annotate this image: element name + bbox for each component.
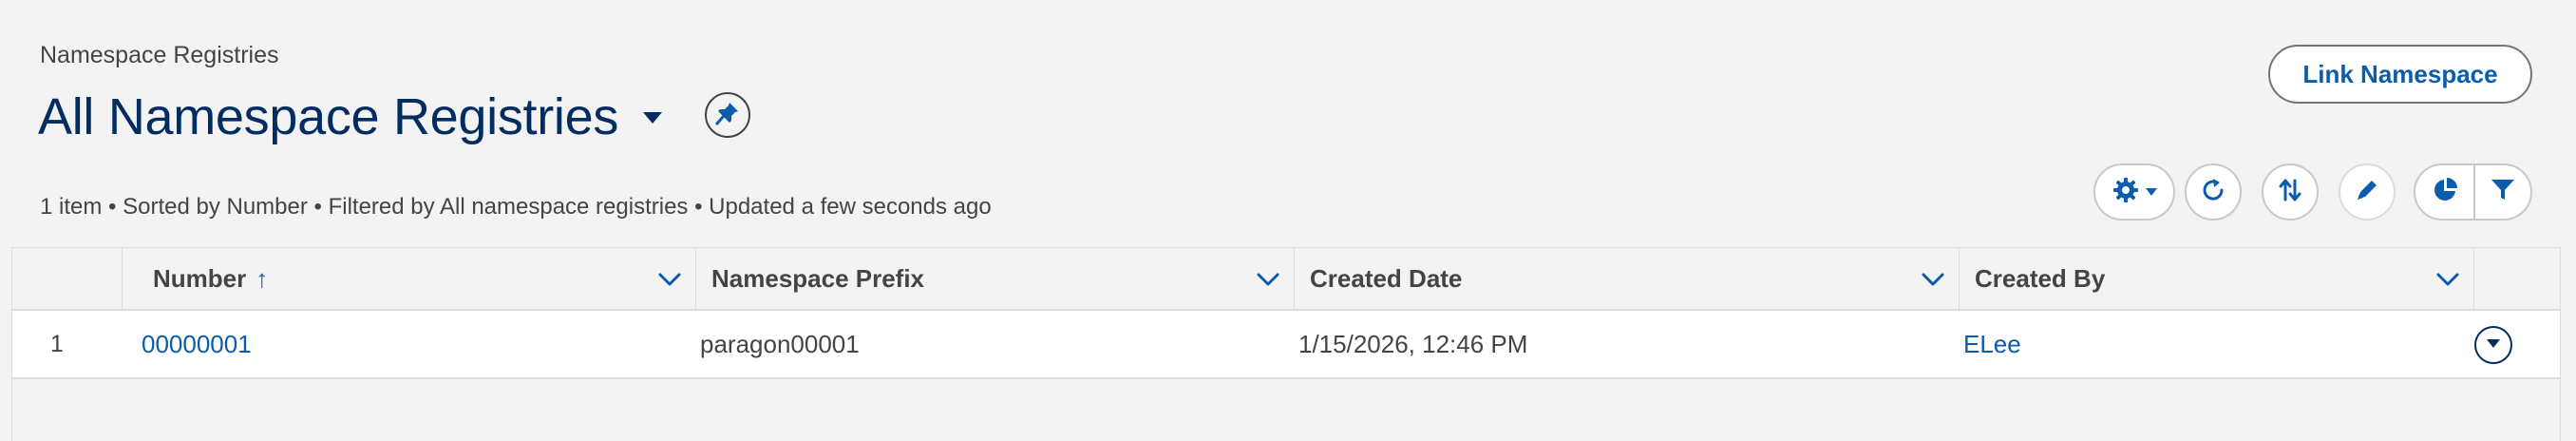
table-header: Number ↑ Namespace Prefix Created Date C… [12,248,2560,311]
list-view-picker-caret-icon[interactable] [638,106,667,129]
row-actions-button[interactable] [2474,326,2512,364]
inline-edit-button[interactable] [2339,163,2396,220]
row-actions-header [2474,248,2562,309]
object-label: Namespace Registries [40,42,279,68]
sort-ascending-icon: ↑ [256,263,269,293]
pencil-icon [2354,177,2380,208]
column-header-namespace-prefix[interactable]: Namespace Prefix [696,248,1295,309]
namespace-prefix-cell: paragon00001 [700,329,860,358]
pin-icon [715,101,740,130]
sort-icon [2276,176,2304,209]
pin-list-view-button[interactable] [705,92,750,138]
row-number-header [12,248,123,309]
list-view-header: Namespace Registries All Namespace Regis… [0,0,2576,247]
chevron-down-icon[interactable] [657,267,682,292]
list-view-meta: 1 item • Sorted by Number • Filtered by … [40,194,992,220]
chevron-down-icon[interactable] [1921,267,1945,292]
column-header-number[interactable]: Number ↑ [123,248,696,309]
gear-icon [2112,176,2140,209]
sort-button[interactable] [2262,163,2319,220]
column-label: Created Date [1310,263,1463,293]
created-by-link[interactable]: ELee [1963,311,2021,377]
list-view-title[interactable]: All Namespace Registries [38,87,618,146]
charts-button[interactable] [2414,163,2475,220]
refresh-button[interactable] [2185,163,2242,220]
column-label: Namespace Prefix [711,263,925,293]
refresh-icon [2199,176,2227,209]
chevron-down-icon[interactable] [1256,267,1280,292]
row-index: 1 [50,330,64,357]
column-label: Number [153,263,247,293]
data-table: Number ↑ Namespace Prefix Created Date C… [11,247,2561,441]
record-number-link[interactable]: 00000001 [142,311,252,377]
list-view-controls-button[interactable] [2093,163,2175,220]
filter-button[interactable] [2473,163,2532,220]
created-date-cell: 1/15/2026, 12:46 PM [1298,329,1528,358]
column-header-created-date[interactable]: Created Date [1295,248,1960,309]
pie-chart-icon [2431,176,2459,209]
column-label: Created By [1975,263,2106,293]
chevron-down-icon[interactable] [2435,267,2460,292]
chevron-down-icon [2487,336,2500,354]
table-row: 1 00000001 paragon00001 1/15/2026, 12:46… [12,311,2560,379]
link-namespace-button[interactable]: Link Namespace [2268,45,2532,104]
filter-icon [2490,177,2516,208]
column-header-created-by[interactable]: Created By [1960,248,2474,309]
chevron-down-icon [2146,183,2157,201]
